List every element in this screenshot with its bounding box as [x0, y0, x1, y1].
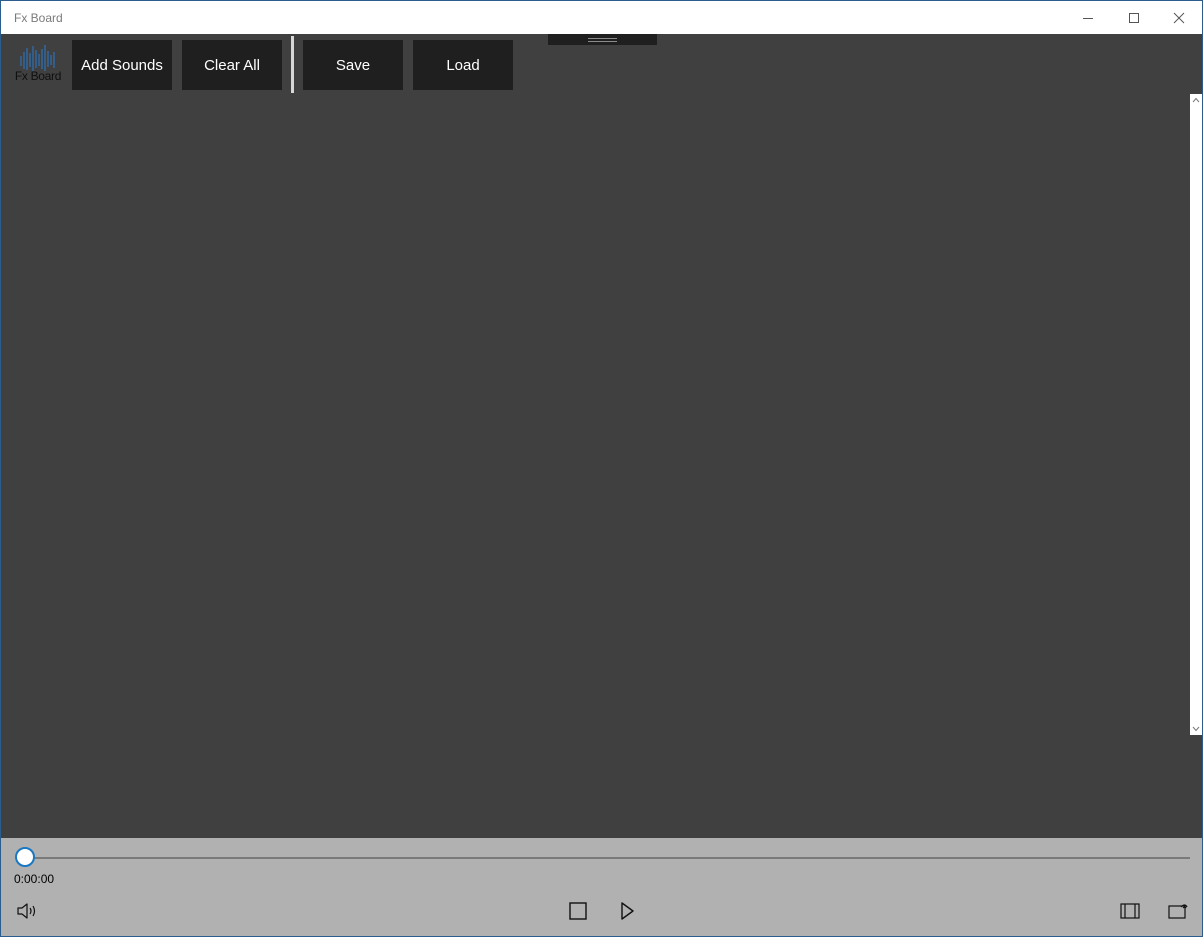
cast-icon: [1168, 904, 1188, 919]
toolbar-separator: [291, 36, 294, 93]
clear-all-button[interactable]: Clear All: [182, 40, 282, 90]
play-icon: [621, 902, 634, 920]
logo-text: Fx Board: [14, 69, 62, 83]
window-title: Fx Board: [14, 11, 63, 25]
app-logo: Fx Board: [11, 42, 65, 86]
waveform-icon: [20, 45, 55, 71]
title-bar: Fx Board: [1, 1, 1202, 34]
minimize-icon: [1083, 17, 1093, 19]
vertical-scrollbar[interactable]: [1190, 94, 1202, 735]
media-player-bar: 0:00:00: [1, 838, 1202, 936]
scroll-up-button[interactable]: [1190, 94, 1202, 106]
close-icon: [1173, 12, 1185, 23]
close-button[interactable]: [1156, 1, 1202, 34]
speaker-icon: [17, 903, 36, 919]
scroll-down-button[interactable]: [1190, 723, 1202, 735]
maximize-button[interactable]: [1111, 1, 1157, 34]
aspect-ratio-icon: [1120, 903, 1140, 919]
sound-board-area: Fx Board Add Sounds Clear All Save Load: [1, 34, 1202, 838]
drag-handle[interactable]: [548, 34, 657, 45]
volume-button[interactable]: [12, 896, 42, 926]
minimize-button[interactable]: [1065, 1, 1111, 34]
chevron-down-icon: [1192, 726, 1200, 732]
handle-grip-line: [588, 41, 617, 42]
play-button[interactable]: [612, 896, 642, 926]
handle-grip-line: [588, 38, 617, 39]
stop-button[interactable]: [563, 896, 593, 926]
chevron-up-icon: [1192, 97, 1200, 103]
app-window: Fx Board Fx Board Add Sounds Clear All S…: [0, 0, 1203, 937]
seek-thumb[interactable]: [15, 847, 35, 867]
add-sounds-button[interactable]: Add Sounds: [72, 40, 172, 90]
save-button[interactable]: Save: [303, 40, 403, 90]
elapsed-time: 0:00:00: [14, 872, 55, 886]
maximize-icon: [1129, 12, 1139, 23]
cast-button[interactable]: [1163, 896, 1193, 926]
stop-icon: [569, 902, 587, 920]
load-button[interactable]: Load: [413, 40, 513, 90]
aspect-ratio-button[interactable]: [1115, 896, 1145, 926]
seek-track[interactable]: [26, 857, 1190, 859]
